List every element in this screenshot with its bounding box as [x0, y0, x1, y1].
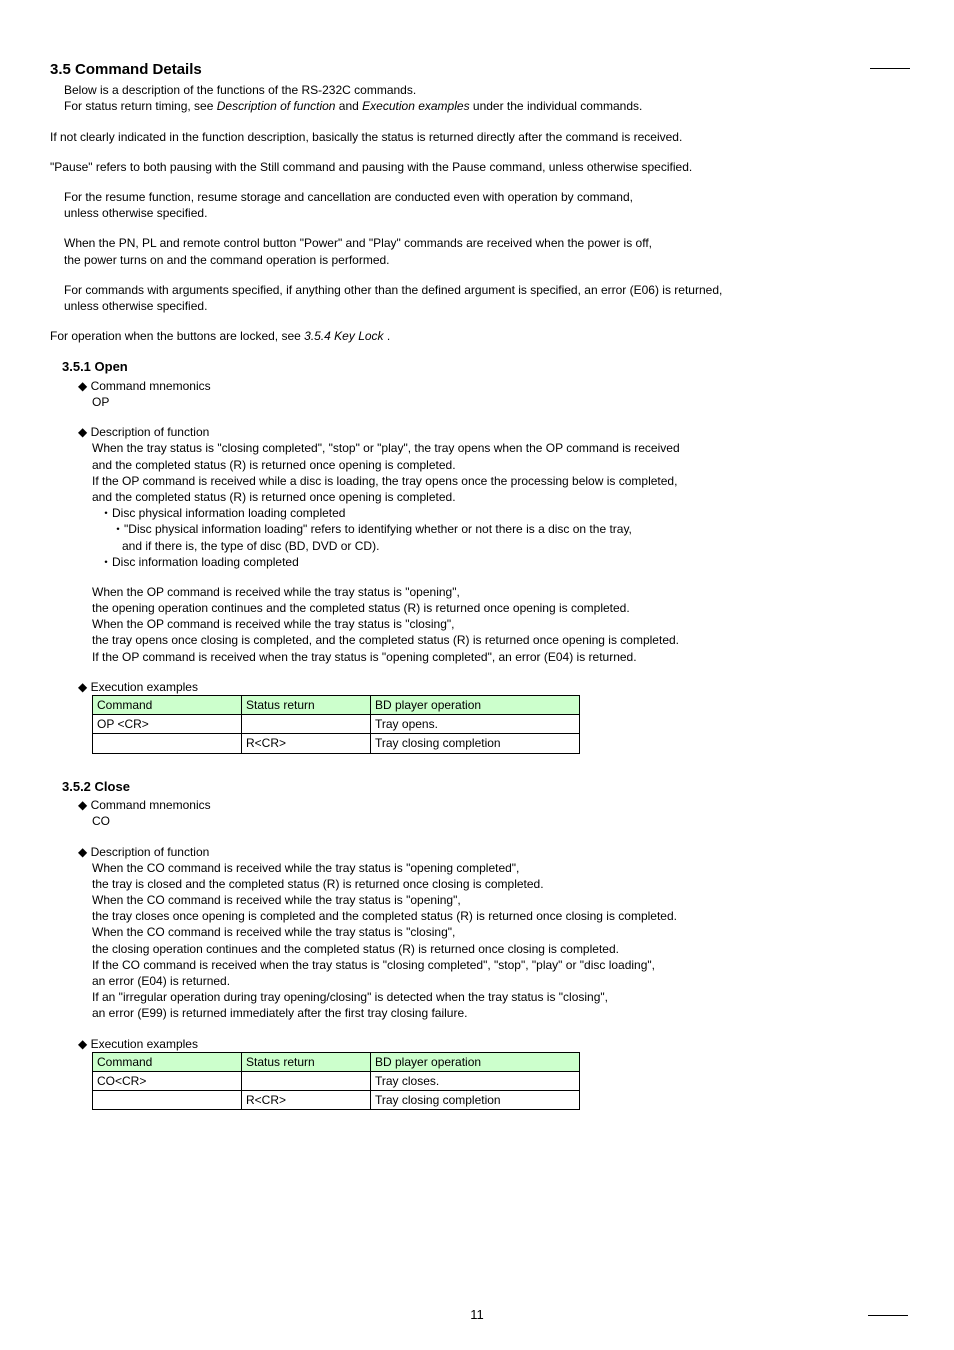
th-status: Status return — [242, 1052, 371, 1071]
para-args-2: unless otherwise specified. — [64, 298, 904, 314]
table-header-row: Command Status return BD player operatio… — [93, 1052, 580, 1071]
open-d3: If the OP command is received while a di… — [92, 473, 904, 489]
cell — [93, 1091, 242, 1110]
intro-italic-1: Description of function — [217, 99, 336, 113]
intro-line-1: Below is a description of the functions … — [64, 82, 904, 98]
para-pause: "Pause" refers to both pausing with the … — [50, 159, 904, 175]
para-power-1: When the PN, PL and remote control butto… — [64, 235, 904, 251]
open-b1-text: Disc physical information loading comple… — [112, 506, 345, 520]
open-bullet-2: Disc information loading completed — [100, 554, 904, 570]
para-resume: For the resume function, resume storage … — [64, 189, 904, 221]
cell: R<CR> — [242, 734, 371, 753]
para-resume-1: For the resume function, resume storage … — [64, 189, 904, 205]
section-heading: 3.5 Command Details — [50, 60, 904, 80]
cell — [242, 715, 371, 734]
page-number: 11 — [0, 1306, 954, 1324]
top-rule — [870, 68, 910, 69]
open-d4: and the completed status (R) is returned… — [92, 489, 904, 505]
open-s1-text: "Disc physical information loading" refe… — [124, 522, 632, 536]
para-power-2: the power turns on and the command opera… — [64, 252, 904, 268]
close-d10: an error (E99) is returned immediately a… — [92, 1005, 904, 1021]
close-d6: the closing operation continues and the … — [92, 941, 904, 957]
para-power: When the PN, PL and remote control butto… — [64, 235, 904, 267]
open-d1: When the tray status is "closing complet… — [92, 440, 904, 456]
table-row: R<CR> Tray closing completion — [93, 734, 580, 753]
close-heading: 3.5.2 Close — [62, 778, 904, 796]
para-args: For commands with arguments specified, i… — [64, 282, 904, 314]
open-d7: When the OP command is received while th… — [92, 616, 904, 632]
table-row: R<CR> Tray closing completion — [93, 1091, 580, 1110]
open-ex-label: ◆ Execution examples — [78, 679, 904, 695]
close-d2: the tray is closed and the completed sta… — [92, 876, 904, 892]
open-desc-body: When the tray status is "closing complet… — [92, 440, 904, 664]
close-ex-label: ◆ Execution examples — [78, 1036, 904, 1052]
cell: Tray closes. — [371, 1071, 580, 1090]
open-bullet-1: Disc physical information loading comple… — [100, 505, 904, 521]
open-d6: the opening operation continues and the … — [92, 600, 904, 616]
intro-pre: For status return timing, see — [64, 99, 217, 113]
cell — [242, 1071, 371, 1090]
open-mnemonic: OP — [92, 394, 904, 410]
open-b2-text: Disc information loading completed — [112, 555, 299, 569]
bottom-rule — [868, 1315, 908, 1316]
intro-italic-2: Execution examples — [362, 99, 469, 113]
close-d1: When the CO command is received while th… — [92, 860, 904, 876]
close-d3: When the CO command is received while th… — [92, 892, 904, 908]
close-desc-body: When the CO command is received while th… — [92, 860, 904, 1022]
table-row: CO<CR> Tray closes. — [93, 1071, 580, 1090]
cell: Tray closing completion — [371, 734, 580, 753]
intro-block: Below is a description of the functions … — [64, 82, 904, 114]
close-mnemonic: CO — [92, 813, 904, 829]
close-d4: the tray closes once opening is complete… — [92, 908, 904, 924]
open-d9: If the OP command is received when the t… — [92, 649, 904, 665]
keylock-pre: For operation when the buttons are locke… — [50, 329, 304, 343]
th-status: Status return — [242, 696, 371, 715]
keylock-post: . — [384, 329, 391, 343]
para-args-1: For commands with arguments specified, i… — [64, 282, 904, 298]
open-desc-label: ◆ Description of function — [78, 424, 904, 440]
open-cmd-mnemonics-label: ◆ Command mnemonics — [78, 378, 904, 394]
open-d2: and the completed status (R) is returned… — [92, 457, 904, 473]
close-d8: an error (E04) is returned. — [92, 973, 904, 989]
open-sub-2: and if there is, the type of disc (BD, D… — [122, 538, 904, 554]
cell: Tray closing completion — [371, 1091, 580, 1110]
open-example-table: Command Status return BD player operatio… — [92, 695, 580, 754]
intro-mid: and — [335, 99, 362, 113]
cell: CO<CR> — [93, 1071, 242, 1090]
th-operation: BD player operation — [371, 1052, 580, 1071]
table-row: OP <CR> Tray opens. — [93, 715, 580, 734]
th-operation: BD player operation — [371, 696, 580, 715]
table-header-row: Command Status return BD player operatio… — [93, 696, 580, 715]
th-command: Command — [93, 1052, 242, 1071]
open-d5: When the OP command is received while th… — [92, 584, 904, 600]
close-d7: If the CO command is received when the t… — [92, 957, 904, 973]
close-d5: When the CO command is received while th… — [92, 924, 904, 940]
para-resume-2: unless otherwise specified. — [64, 205, 904, 221]
cell: Tray opens. — [371, 715, 580, 734]
open-sub-1: "Disc physical information loading" refe… — [112, 521, 904, 537]
intro-post: under the individual commands. — [470, 99, 643, 113]
para-not-clearly: If not clearly indicated in the function… — [50, 129, 904, 145]
close-cmd-mnemonics-label: ◆ Command mnemonics — [78, 797, 904, 813]
open-heading: 3.5.1 Open — [62, 358, 904, 376]
close-d9: If an "irregular operation during tray o… — [92, 989, 904, 1005]
close-example-table: Command Status return BD player operatio… — [92, 1052, 580, 1111]
cell: R<CR> — [242, 1091, 371, 1110]
cell: OP <CR> — [93, 715, 242, 734]
open-d8: the tray opens once closing is completed… — [92, 632, 904, 648]
th-command: Command — [93, 696, 242, 715]
close-desc-label: ◆ Description of function — [78, 844, 904, 860]
para-keylock: For operation when the buttons are locke… — [50, 328, 904, 344]
cell — [93, 734, 242, 753]
keylock-italic: 3.5.4 Key Lock — [304, 329, 383, 343]
intro-line-2: For status return timing, see Descriptio… — [64, 98, 904, 114]
